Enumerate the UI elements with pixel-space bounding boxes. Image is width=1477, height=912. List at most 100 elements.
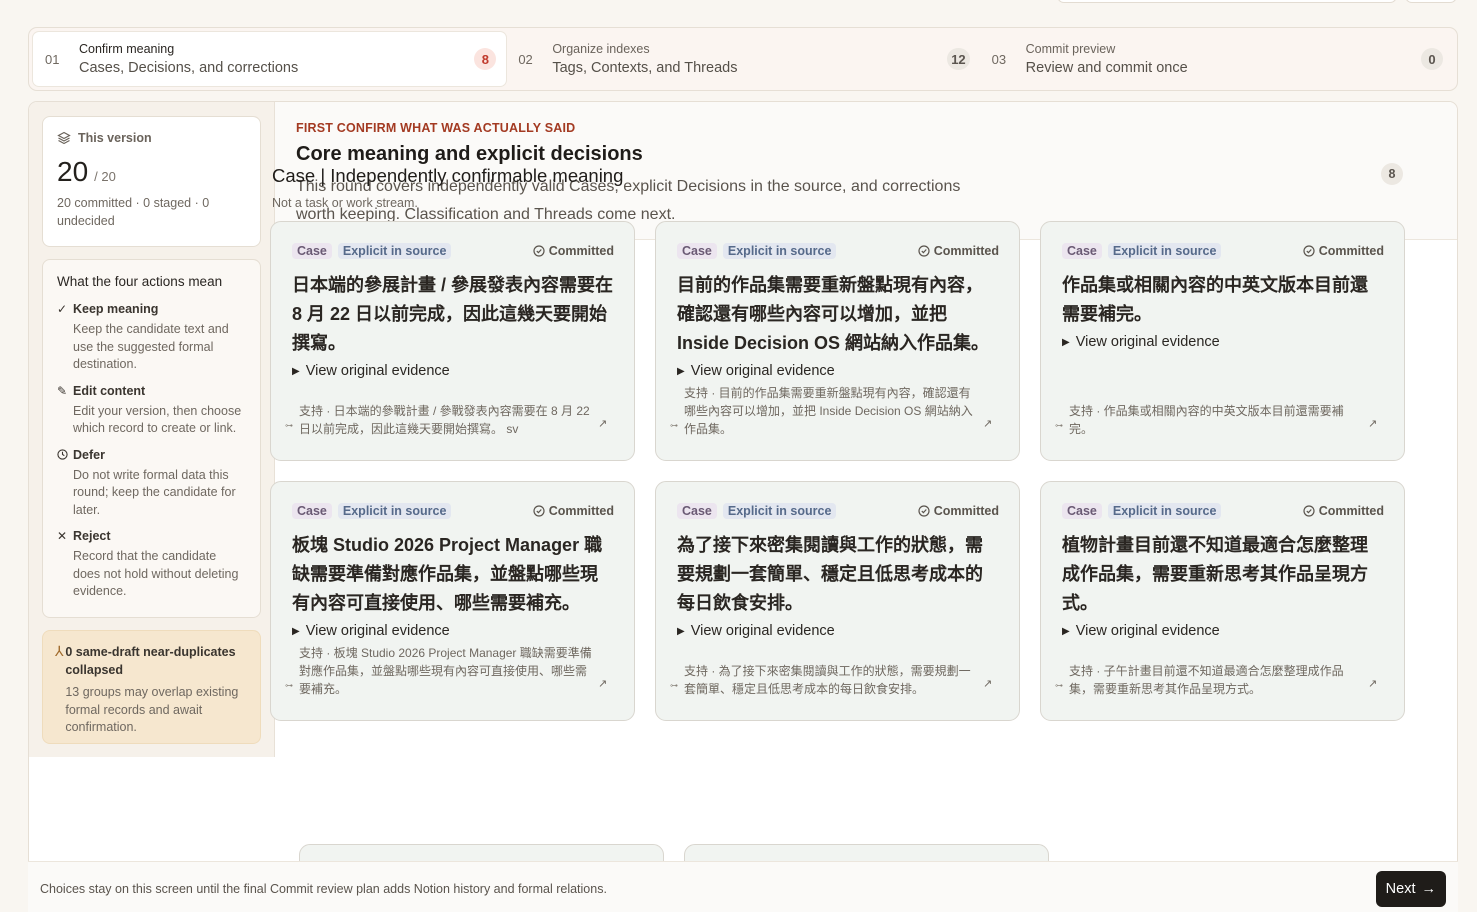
view-evidence-toggle[interactable]: ▶ View original evidence xyxy=(292,363,614,379)
case-card[interactable]: Case Explicit in source Committed 作品集或相關… xyxy=(1040,221,1405,461)
section-title: Case | Independently confirmable meaning xyxy=(272,165,624,186)
evidence-quote: ⊶ 支持 · 板塊 Studio 2026 Project Manager 職缺… xyxy=(285,644,616,698)
external-link-icon[interactable]: ↗ xyxy=(598,677,616,690)
layers-icon xyxy=(57,131,71,145)
type-tag: Case xyxy=(1062,503,1102,519)
header-eyebrow: FIRST CONFIRM WHAT WAS ACTUALLY SAID xyxy=(296,121,576,135)
step-tab-organize-indexes[interactable]: 02 Organize indexes Tags, Contexts, and … xyxy=(506,32,979,86)
link-icon: ⊶ xyxy=(285,421,293,430)
duplicates-notice: ⅄ 0 same-draft near-duplicates collapsed… xyxy=(42,630,261,744)
evidence-quote: ⊶ 支持 · 作品集或相關內容的中英文版本目前還需要補完。 ↗ xyxy=(1055,402,1386,438)
step-count-badge: 0 xyxy=(1420,48,1443,70)
step-title: Confirm meaning xyxy=(79,41,175,56)
case-card-grid: Case Explicit in source Committed 日本端的參展… xyxy=(270,221,1405,721)
duplicates-desc: 13 groups may overlap existing formal re… xyxy=(65,685,239,734)
top-search-field-edge xyxy=(1057,0,1397,3)
check-circle-icon xyxy=(1303,505,1315,517)
action-defer: Defer Do not write formal data this roun… xyxy=(57,448,246,520)
merge-icon: ⅄ xyxy=(55,643,64,659)
evidence-quote: ⊶ 支持 · 為了接下來密集閱讀與工作的狀態，需要規劃一套簡單、穩定且低思考成本… xyxy=(670,662,1001,698)
view-evidence-toggle[interactable]: ▶ View original evidence xyxy=(292,623,614,639)
link-icon: ⊶ xyxy=(1055,421,1063,430)
check-circle-icon xyxy=(533,245,545,257)
check-circle-icon xyxy=(918,245,930,257)
step-tab-confirm-meaning[interactable]: 01 Confirm meaning Cases, Decisions, and… xyxy=(33,32,507,86)
step-count-badge: 12 xyxy=(947,48,970,70)
external-link-icon[interactable]: ↗ xyxy=(1368,677,1386,690)
case-card[interactable]: Case Explicit in source Committed 板塊 Stu… xyxy=(270,481,635,721)
version-label: This version xyxy=(78,131,152,145)
next-button[interactable]: Next → xyxy=(1375,871,1446,907)
case-text: 板塊 Studio 2026 Project Manager 職缺需要準備對應作… xyxy=(292,535,603,613)
source-tag: Explicit in source xyxy=(1107,243,1222,259)
triangle-right-icon: ▶ xyxy=(292,365,300,377)
step-number: 03 xyxy=(991,51,1007,67)
status-badge: Committed xyxy=(1303,504,1384,518)
case-card[interactable]: Case Explicit in source Committed 目前的作品集… xyxy=(655,221,1020,461)
check-icon: ✓ xyxy=(57,302,68,316)
status-badge: Committed xyxy=(533,244,614,258)
step-number: 02 xyxy=(518,51,533,67)
type-tag: Case xyxy=(292,243,332,259)
action-keep-meaning: ✓ Keep meaning Keep the candidate text an… xyxy=(57,302,229,371)
status-badge: Committed xyxy=(918,504,999,518)
source-tag: Explicit in source xyxy=(722,243,837,259)
link-icon: ⊶ xyxy=(670,681,678,690)
evidence-quote: ⊶ 支持 · 目前的作品集需要重新盤點現有內容，確認還有哪些內容可以增加，並把 … xyxy=(670,384,1001,438)
source-tag: Explicit in source xyxy=(337,503,452,519)
external-link-icon[interactable]: ↗ xyxy=(983,417,1001,430)
triangle-right-icon: ▶ xyxy=(1062,625,1070,637)
step-number: 01 xyxy=(45,51,60,67)
actions-legend-card: What the four actions mean ✓ Keep meaning… xyxy=(42,259,261,618)
step-count-badge: 8 xyxy=(474,48,497,70)
source-tag: Explicit in source xyxy=(1107,503,1222,519)
view-evidence-toggle[interactable]: ▶ View original evidence xyxy=(1062,334,1384,350)
link-icon: ⊶ xyxy=(285,681,293,690)
case-card[interactable]: Case Explicit in source Committed 日本端的參展… xyxy=(270,221,635,461)
clock-icon xyxy=(57,449,73,460)
footer-bar: Choices stay on this screen until the fi… xyxy=(28,861,1458,912)
case-card[interactable]: Case Explicit in source Committed 植物計畫目前… xyxy=(1040,481,1405,721)
version-card: This version 20 / 20 20 committed · 0 st… xyxy=(42,116,261,247)
type-tag: Case xyxy=(1062,243,1102,259)
pencil-icon: ✎ xyxy=(57,383,68,398)
duplicates-title: 0 same-draft near-duplicates collapsed xyxy=(65,645,236,677)
sidebar: This version 20 / 20 20 committed · 0 st… xyxy=(29,102,275,757)
link-icon: ⊶ xyxy=(670,421,678,430)
external-link-icon[interactable]: ↗ xyxy=(598,417,616,430)
version-current: 20 xyxy=(57,156,89,187)
external-link-icon[interactable]: ↗ xyxy=(983,677,1001,690)
type-tag: Case xyxy=(292,503,332,519)
check-circle-icon xyxy=(918,505,930,517)
top-button-edge xyxy=(1405,0,1457,3)
evidence-quote: ⊶ 支持 · 子午計畫目前還不知道最適合怎麼整理成作品集，需要重新思考其作品呈現… xyxy=(1055,662,1386,698)
case-card[interactable]: Case Explicit in source Committed 為了接下來密… xyxy=(655,481,1020,721)
type-tag: Case xyxy=(677,503,717,519)
type-tag: Case xyxy=(677,243,717,259)
action-reject: ✕ Reject Record that the candidate does n… xyxy=(57,529,239,598)
case-text: 為了接下來密集閱讀與工作的狀態，需要規劃一套簡單、穩定且低思考成本的每日飲食安排… xyxy=(677,535,983,613)
action-edit-content: ✎ Edit content Edit your version, then ch… xyxy=(57,383,242,436)
step-tab-commit-preview[interactable]: 03 Commit preview Review and commit once… xyxy=(980,32,1453,86)
step-title: Commit preview xyxy=(1025,41,1116,56)
page-title: Core meaning and explicit decisions xyxy=(296,143,643,165)
source-tag: Explicit in source xyxy=(722,503,837,519)
case-text: 作品集或相關內容的中英文版本目前還需要補完。 xyxy=(1062,275,1368,324)
step-subtitle: Review and commit once xyxy=(1025,59,1188,76)
view-evidence-toggle[interactable]: ▶ View original evidence xyxy=(1062,623,1384,639)
step-subtitle: Tags, Contexts, and Threads xyxy=(552,59,738,76)
view-evidence-toggle[interactable]: ▶ View original evidence xyxy=(677,363,999,379)
external-link-icon[interactable]: ↗ xyxy=(1368,417,1386,430)
check-circle-icon xyxy=(533,505,545,517)
status-badge: Committed xyxy=(1303,244,1384,258)
section-count-badge: 8 xyxy=(1381,163,1403,185)
version-total: / 20 xyxy=(94,169,116,184)
x-icon: ✕ xyxy=(57,529,68,543)
view-evidence-toggle[interactable]: ▶ View original evidence xyxy=(677,623,999,639)
triangle-right-icon: ▶ xyxy=(677,365,685,377)
arrow-right-icon: → xyxy=(1421,881,1437,897)
triangle-right-icon: ▶ xyxy=(677,625,685,637)
triangle-right-icon: ▶ xyxy=(292,625,300,637)
case-text: 植物計畫目前還不知道最適合怎麼整理成作品集，需要重新思考其作品呈現方式。 xyxy=(1062,535,1368,613)
link-icon: ⊶ xyxy=(1055,681,1063,690)
